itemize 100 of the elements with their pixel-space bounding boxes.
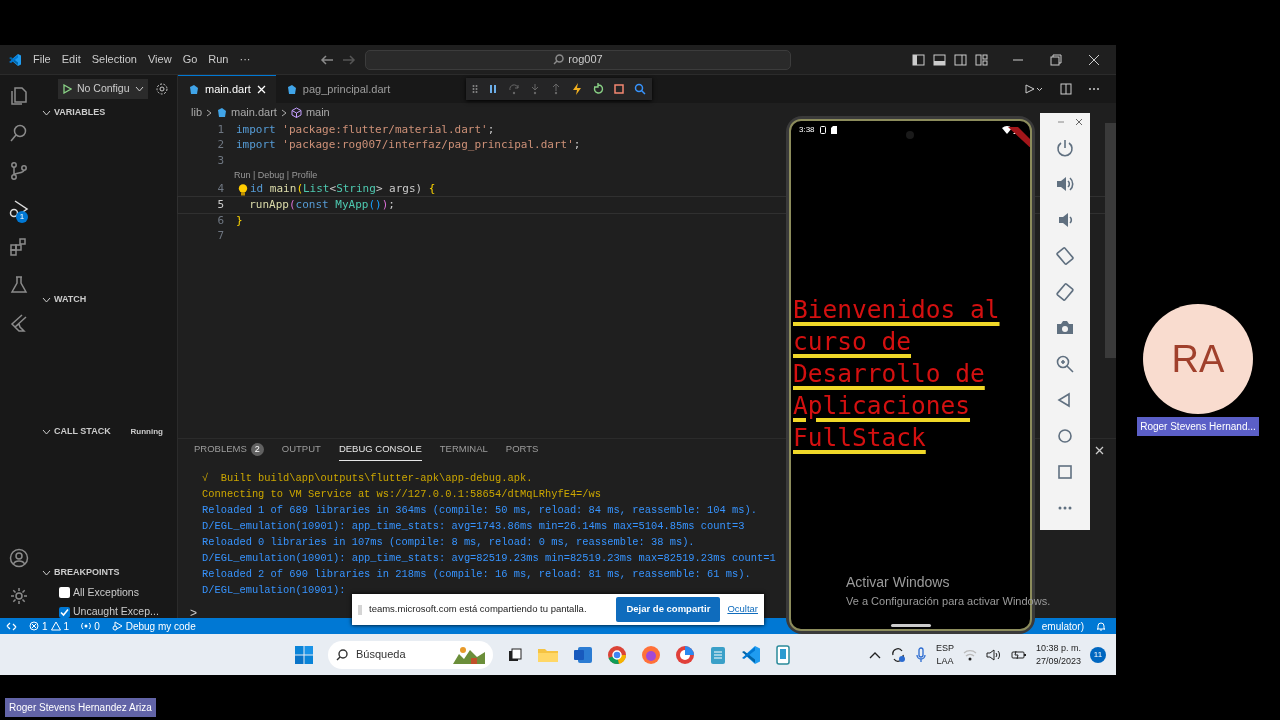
search-icon[interactable] <box>9 123 29 143</box>
code-lens[interactable]: Run | Debug | Profile <box>178 168 318 182</box>
breadcrumb-item[interactable]: main.dart <box>231 104 277 121</box>
task-view-icon[interactable] <box>507 646 523 663</box>
run-and-debug-icon[interactable] <box>9 199 29 219</box>
battery-icon[interactable] <box>1010 649 1027 660</box>
taskbar-search-field[interactable]: Búsqueda <box>328 640 493 669</box>
split-editor-icon[interactable] <box>1060 83 1072 95</box>
remote-icon[interactable] <box>6 620 17 632</box>
rotate-right-icon[interactable] <box>1055 282 1075 302</box>
pause-icon[interactable] <box>487 83 499 95</box>
debug-icon <box>111 621 123 631</box>
speaker-icon[interactable] <box>985 648 1002 661</box>
settings-icon[interactable] <box>9 586 29 606</box>
zoom-icon[interactable] <box>1055 354 1075 374</box>
power-icon[interactable] <box>1055 138 1075 158</box>
participant-name-label: Roger Stevens Hernand... <box>1137 417 1259 436</box>
device-status[interactable]: emulator) <box>1041 618 1084 634</box>
panel-tab[interactable]: OUTPUT <box>281 439 321 461</box>
chevron-down-icon[interactable] <box>42 108 51 118</box>
rotate-left-icon[interactable] <box>1055 246 1075 266</box>
section-header[interactable]: BREAKPOINTS <box>54 566 120 580</box>
keyboard-language-indicator[interactable]: ESP LAA <box>935 641 954 668</box>
drag-handle-icon[interactable] <box>472 84 478 94</box>
extensions-icon[interactable] <box>9 237 29 257</box>
console-line: D/EGL_emulation(10901): app_time_stats: avg=1743.86ms min=26.14ms max=5104.85ms count=3 <box>202 519 745 534</box>
chevron-up-icon[interactable] <box>868 650 881 659</box>
breadcrumb-item[interactable]: main <box>305 104 330 121</box>
section-header[interactable]: VARIABLES <box>54 106 106 120</box>
stop-sharing-button[interactable]: Dejar de compartir <box>616 597 721 622</box>
menu-item[interactable]: Edit <box>61 51 81 68</box>
editor-tab[interactable]: main.dart <box>178 75 276 103</box>
step-over-icon[interactable] <box>508 83 520 95</box>
restore-icon[interactable] <box>1050 53 1062 66</box>
panel-tab[interactable]: TERMINAL <box>439 439 488 461</box>
sync-icon[interactable] <box>889 646 906 663</box>
customize-layout-icon[interactable] <box>975 53 988 66</box>
drag-handle-icon[interactable] <box>358 603 362 616</box>
notepad-icon[interactable] <box>709 644 727 665</box>
problems-status[interactable]: 1 1 <box>29 618 70 634</box>
browser-icon[interactable] <box>675 644 695 665</box>
stop-icon[interactable] <box>613 83 625 95</box>
back-arrow-icon[interactable] <box>320 53 334 66</box>
panel-tab[interactable]: PORTS <box>505 439 539 461</box>
editor-tab[interactable]: pag_principal.dart <box>275 75 401 103</box>
section-header[interactable]: CALL STACK <box>54 425 111 439</box>
presenter-name-label: Roger Stevens Hernandez Ariza <box>5 698 156 717</box>
lightbulb-icon[interactable] <box>236 182 250 197</box>
breadcrumb-item[interactable]: lib <box>191 104 202 121</box>
overview-icon[interactable] <box>1055 462 1075 482</box>
flask-icon[interactable] <box>9 275 29 295</box>
command-center-search[interactable]: rog007 <box>365 49 791 70</box>
step-into-icon[interactable] <box>529 83 541 95</box>
chevron-down-icon[interactable] <box>42 295 51 305</box>
menu-item[interactable]: Go <box>182 51 198 68</box>
section-header[interactable]: WATCH <box>54 293 87 307</box>
panel-toggle-icon[interactable] <box>933 53 946 66</box>
home-icon[interactable] <box>1055 426 1075 446</box>
inspect-icon[interactable] <box>634 83 646 95</box>
panel-tab[interactable]: DEBUG CONSOLE <box>338 439 422 461</box>
code-editor-icon[interactable] <box>741 644 761 665</box>
windows-start-icon[interactable] <box>294 644 314 665</box>
panel-tab[interactable]: PROBLEMS 2 <box>194 439 264 461</box>
menu-item[interactable]: File <box>33 51 51 68</box>
activation-title: Activar Windows <box>846 573 951 592</box>
source-control-icon[interactable] <box>9 161 29 181</box>
menu-item[interactable]: ··· <box>239 51 251 68</box>
notification-count-badge[interactable]: 11 <box>1090 646 1106 663</box>
primary-sidebar-toggle-icon[interactable] <box>912 53 925 66</box>
checkbox[interactable] <box>59 606 70 618</box>
restart-icon[interactable] <box>592 83 604 95</box>
warning-icon <box>50 621 61 631</box>
phone-icon[interactable] <box>775 644 791 665</box>
menu-item[interactable]: View <box>147 51 172 68</box>
chevron-right-icon <box>280 108 287 117</box>
microphone-icon[interactable] <box>914 646 927 663</box>
menu-item[interactable]: Run <box>208 51 229 68</box>
notification-bell-icon[interactable] <box>1096 621 1106 631</box>
chevron-down-icon[interactable] <box>42 568 51 578</box>
run-configuration-dropdown[interactable]: No Configu <box>58 79 148 99</box>
step-out-icon[interactable] <box>550 83 562 95</box>
tab-label: main.dart <box>205 82 251 98</box>
navigation-handle[interactable] <box>890 624 931 627</box>
lightning-icon[interactable] <box>571 83 583 95</box>
scrollbar[interactable] <box>1105 123 1116 358</box>
chevron-down-icon[interactable] <box>42 427 51 437</box>
checkbox[interactable] <box>59 586 70 598</box>
explorer-icon[interactable] <box>9 85 29 105</box>
ports-status[interactable]: 0 <box>81 618 100 634</box>
more-actions-icon[interactable] <box>1088 87 1100 91</box>
flutter-icon[interactable] <box>9 313 29 333</box>
taskbar-clock[interactable]: 10:38 p. m. 27/09/2023 <box>1035 641 1081 668</box>
wifi-icon[interactable] <box>962 648 977 661</box>
hide-link[interactable]: Ocultar <box>727 602 758 617</box>
run-debug-dropdown-icon[interactable] <box>1024 83 1044 95</box>
account-icon[interactable] <box>9 548 29 568</box>
settings-icon[interactable] <box>155 83 168 95</box>
secondary-sidebar-toggle-icon[interactable] <box>954 53 967 66</box>
menu-item[interactable]: Selection <box>91 51 137 68</box>
volume-up-icon[interactable] <box>1055 174 1075 194</box>
